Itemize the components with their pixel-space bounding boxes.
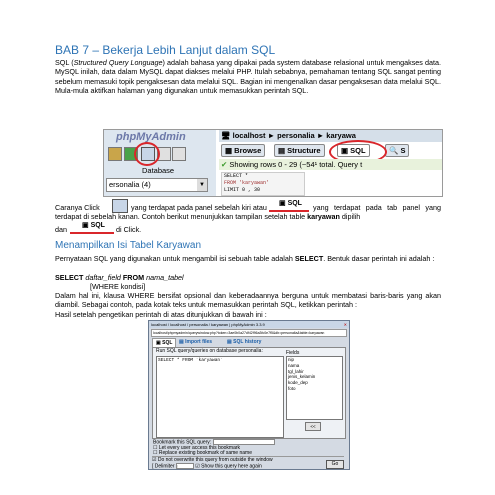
section-heading: Menampilkan Isi Tabel Karyawan [55,240,202,251]
sql-preview: SELECT * FROM 'karyawan' LIMIT 0 , 30 [221,172,305,196]
breadcrumb-db[interactable]: personalia [277,131,315,140]
delimiter-input[interactable]: ; [175,463,194,469]
window-title: localhost / localhost / personalia / kar… [151,322,265,327]
check-icon: ✔ [221,160,228,169]
highlight-ring-left [134,142,160,166]
options-section: ☑ Do not overwrite this query from outsi… [152,456,344,469]
query-textarea[interactable]: SELECT * FROM `karyawan` [156,356,284,438]
click-text-6: di Click. [116,225,142,234]
pma-logo: phpMyAdmin [116,131,186,143]
section-paragraph-1: Pernyataan SQL yang digunakan untuk meng… [55,254,441,263]
insert-field-button[interactable]: << [305,422,321,431]
chevron-down-icon: ▼ [197,179,207,191]
click-text-3: yang terdapat pada tab panel yang terdap… [55,203,441,222]
tab-browse-label: Browse [234,146,262,155]
tab-sql-window-label: SQL [162,340,173,346]
syntax-field: daftar_field [85,273,121,282]
syntax-where: [WHERE kondisi] [90,282,146,291]
status-bar: ✔ Showing rows 0 - 29 (~54¹ total. Query… [219,159,442,170]
window-titlebar: localhost / localhost / personalia / kar… [149,321,349,328]
query-text: SELECT * FROM `karyawan` [158,358,223,363]
go-button[interactable]: Go [326,460,344,469]
delimiter-label: [ Delimiter [152,463,175,470]
sec-text-2: . Bentuk dasar perintah ini adalah : [323,254,435,263]
close-icon[interactable]: ✕ [344,321,347,328]
left-panel: phpMyAdmin Database ersonalia (4) ▼ [104,130,216,196]
section-paragraph-3: Hasil setelah pengetikan perintah di ata… [55,310,441,319]
inline-sql-label: SQL [90,222,105,229]
sql-line: FROM 'karyawan' [224,180,270,186]
breadcrumb-server[interactable]: localhost [233,131,266,140]
click-text-4: dipilih [341,212,361,222]
phpmyadmin-screenshot: phpMyAdmin Database ersonalia (4) ▼ 🖥 lo… [103,129,443,197]
breadcrumb-table[interactable]: karyawa [326,131,356,140]
syntax-table: nama_tabel [146,273,184,282]
fieldset-legend: Run SQL query/queries on database person… [156,348,263,355]
sql-line: SELECT * [224,173,249,179]
tab-search-label: S [400,146,406,155]
go-button-label: Go [331,461,339,467]
tab-search[interactable]: 🔍 S [385,144,410,157]
database-select[interactable]: ersonalia (4) ▼ [106,178,208,192]
right-panel: 🖥 localhost ► personalia ► karyawa ▦ Bro… [219,130,442,196]
tab-sql-history[interactable]: ▤ SQL history [224,338,264,346]
click-line-3b: di Click. [116,225,141,234]
window-tabs: ▣ SQL ▤ Import files ▤ SQL history [152,338,346,348]
chevron-right-icon: ► [267,131,278,140]
tab-history-label: SQL history [233,339,262,345]
status-text: Showing rows 0 - 29 (~54¹ total. Query t [229,160,363,169]
sql-line: LIMIT 0 , 30 [224,187,261,193]
sql-tab-inline-2: ▣ SQL [70,220,114,234]
click-text-5: dan [55,225,67,234]
checkbox-checked[interactable]: ☑ [195,463,199,469]
home-icon[interactable] [108,147,122,161]
sec-text: Pernyataan SQL yang digunakan untuk meng… [55,254,293,263]
database-select-value: ersonalia (4) [109,180,151,189]
url-bar[interactable]: localhost/phpmyadmin/querywindow.php?tok… [151,329,347,337]
tab-browse[interactable]: ▦ Browse [221,144,266,157]
chevron-right-icon: ► [316,131,327,140]
query-window-screenshot: localhost / localhost / personalia / kar… [148,320,350,470]
syntax-line-1: SELECT daftar_field FROM nama_tabel [55,273,184,282]
intro-text: SQL ( [55,58,74,67]
sec-text-3: Dalam hal ini, klausa WHERE bersifat ops… [55,291,441,310]
syntax-select: SELECT [55,273,84,282]
section-paragraph-2: Dalam hal ini, klausa WHERE bersifat ops… [55,291,441,310]
legend-text: Run SQL query/queries on database person… [156,348,263,354]
syntax-from: FROM [122,273,145,282]
delimiter-value: ; [176,463,179,468]
url-text: localhost/phpmyadmin/querywindow.php?tok… [153,331,325,335]
database-label: Database [142,166,175,175]
tab-structure[interactable]: ▤ Structure [274,144,325,157]
intro-paragraph: SQL (Structured Query Longuage) adalah b… [55,58,441,96]
sec-text-4: Hasil setelah pengetikan perintah di ata… [55,310,267,319]
show-again-label: Show this query here again [201,463,262,470]
sec-bold: SELECT [294,254,324,263]
click-paragraph-2: yang terdapat pada tab panel yang terdap… [55,203,441,222]
page-title: BAB 7 – Bekerja Lebih Lanjut dalam SQL [55,43,276,57]
insert-field-label: << [310,424,316,429]
sql-fieldset: Run SQL query/queries on database person… [152,347,346,439]
bookmark-section: Bookmark this SQL query: ☐ Let every use… [153,439,345,456]
field-item[interactable]: foto [288,386,342,392]
click-bold: karyawan [307,212,340,222]
reload-icon[interactable] [172,147,186,161]
tab-import-files[interactable]: ▤ Import files [176,338,215,346]
fields-list[interactable]: nip nama tgl_lahir jenis_kelamin kode_de… [286,356,343,420]
tab-structure-label: Structure [287,146,321,155]
server-icon: 🖥 [221,131,231,140]
intro-italic: Structured Query Longuage [73,58,163,67]
tab-import-label: Import files [185,339,213,345]
syntax-line-2: [WHERE kondisi] [90,282,145,291]
breadcrumb: 🖥 localhost ► personalia ► karyawa [219,130,442,142]
click-line-3: dan [55,225,67,234]
